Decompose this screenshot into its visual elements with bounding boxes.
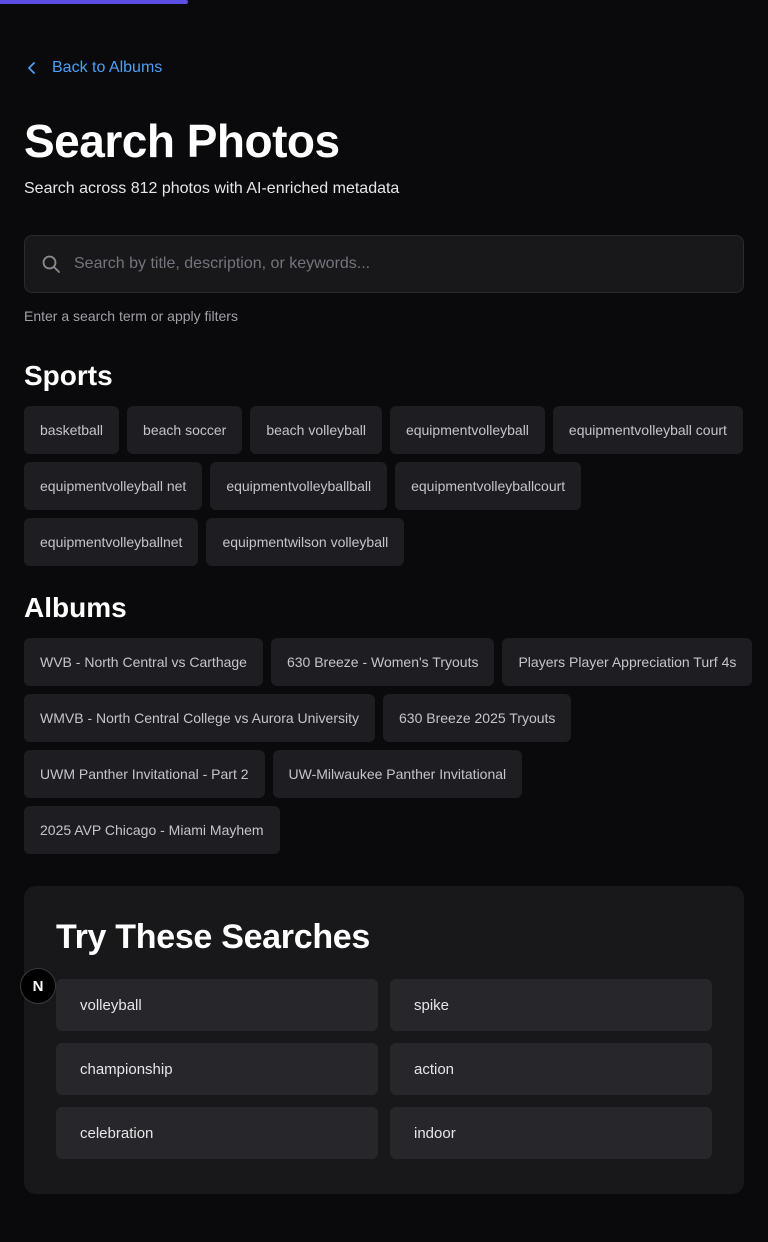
albums-filter-list: WVB - North Central vs Carthage 630 Breez…: [24, 638, 754, 854]
suggested-search-button[interactable]: celebration: [56, 1107, 378, 1159]
suggested-search-button[interactable]: spike: [390, 979, 712, 1031]
page-title: Search Photos: [24, 115, 340, 167]
album-filter-chip[interactable]: 630 Breeze 2025 Tryouts: [383, 694, 572, 742]
try-searches-panel: Try These Searches volleyball spike champi…: [24, 886, 744, 1194]
sports-filter-list: basketball beach soccer beach volleyball eq…: [24, 406, 754, 566]
album-filter-chip[interactable]: WMVB - North Central College vs Aurora U…: [24, 694, 375, 742]
search-hint: Enter a search term or apply filters: [24, 308, 238, 324]
search-input[interactable]: [74, 255, 727, 273]
album-filter-chip[interactable]: Players Player Appreciation Turf 4s: [502, 638, 753, 686]
sport-filter-chip[interactable]: equipmentvolleyball net: [24, 462, 203, 510]
sport-filter-chip[interactable]: equipmentvolleyball: [389, 406, 545, 454]
nextjs-dev-badge[interactable]: N: [20, 968, 56, 1004]
back-link-label: Back to Albums: [52, 59, 163, 76]
search-icon: [42, 255, 60, 273]
album-filter-chip[interactable]: UWM Panther Invitational - Part 2: [24, 750, 265, 798]
sport-filter-chip[interactable]: equipmentvolleyball court: [552, 406, 743, 454]
sports-heading: Sports: [24, 360, 113, 391]
chevron-left-icon: [28, 62, 35, 74]
album-filter-chip[interactable]: 630 Breeze - Women's Tryouts: [270, 638, 495, 686]
sport-filter-chip[interactable]: beach volleyball: [250, 406, 382, 454]
page-subtitle: Search across 812 photos with AI-enriche…: [24, 180, 400, 197]
page-loading-progress-bar: [0, 0, 188, 4]
sport-filter-chip[interactable]: equipmentvolleyballnet: [24, 518, 199, 566]
album-filter-chip[interactable]: WVB - North Central vs Carthage: [24, 638, 263, 686]
sport-filter-chip[interactable]: equipmentvolleyballcourt: [395, 462, 582, 510]
album-filter-chip[interactable]: 2025 AVP Chicago - Miami Mayhem: [24, 806, 280, 854]
albums-heading: Albums: [24, 592, 127, 623]
search-box[interactable]: [24, 235, 744, 293]
suggested-search-button[interactable]: volleyball: [56, 979, 378, 1031]
try-searches-title: Try These Searches: [56, 918, 371, 956]
suggested-search-button[interactable]: championship: [56, 1043, 378, 1095]
sport-filter-chip[interactable]: beach soccer: [127, 406, 243, 454]
suggested-search-button[interactable]: action: [390, 1043, 712, 1095]
sport-filter-chip[interactable]: equipmentwilson volleyball: [206, 518, 405, 566]
try-searches-grid: volleyball spike championship action celebra…: [56, 979, 712, 1159]
sport-filter-chip[interactable]: equipmentvolleyballball: [210, 462, 388, 510]
album-filter-chip[interactable]: UW-Milwaukee Panther Invitational: [272, 750, 523, 798]
suggested-search-button[interactable]: indoor: [390, 1107, 712, 1159]
sport-filter-chip[interactable]: basketball: [24, 406, 120, 454]
back-to-albums-link[interactable]: Back to Albums: [24, 59, 162, 77]
